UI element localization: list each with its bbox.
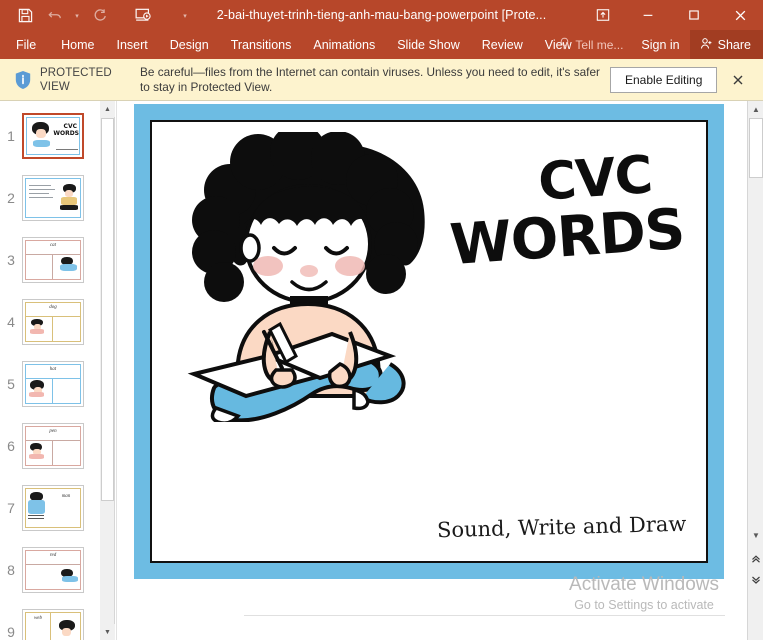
slide-area-scrollbar[interactable]: ▲ ▼ bbox=[747, 101, 763, 640]
tab-file[interactable]: File bbox=[0, 30, 50, 59]
slide-title: CVC WORDS bbox=[448, 145, 686, 278]
thumbnail-image[interactable]: dog bbox=[22, 299, 84, 345]
thumbnail-image[interactable]: hat bbox=[22, 361, 84, 407]
thumbnail-number: 6 bbox=[7, 438, 15, 454]
slideshow-icon[interactable] bbox=[128, 2, 158, 28]
slide-title-line2: WORDS bbox=[447, 196, 686, 279]
undo-dropdown-icon[interactable]: ▾ bbox=[70, 2, 84, 28]
protected-view-message: Be careful—files from the Internet can c… bbox=[140, 64, 600, 94]
thumbnail-image[interactable] bbox=[22, 175, 84, 221]
tab-animations[interactable]: Animations bbox=[302, 30, 386, 59]
thumbnail-image[interactable]: CVC WORDS bbox=[22, 113, 84, 159]
thumbnail-word: cat bbox=[49, 243, 57, 248]
person-add-icon bbox=[700, 37, 713, 53]
thumbnail-scroll-down-icon[interactable]: ▼ bbox=[100, 624, 115, 640]
minimize-icon[interactable] bbox=[625, 0, 671, 30]
thumbnail-slide-2[interactable]: 2 bbox=[0, 167, 100, 229]
thumbnail-slide-4[interactable]: 4 dog bbox=[0, 291, 100, 353]
window-controls bbox=[581, 0, 763, 30]
thumbnail-word: red bbox=[49, 553, 57, 558]
thumbnail-slide-7[interactable]: 7 man bbox=[0, 477, 100, 539]
scrollbar-thumb[interactable] bbox=[749, 118, 763, 178]
thumbnail-number: 7 bbox=[7, 500, 15, 516]
thumbnail-image[interactable]: man bbox=[22, 485, 84, 531]
thumbnail-number: 9 bbox=[7, 624, 15, 640]
ribbon-right-group: Tell me... Sign in Share bbox=[551, 30, 763, 59]
redo-icon[interactable] bbox=[84, 2, 114, 28]
quick-access-toolbar: ▾ ▾ bbox=[0, 2, 192, 28]
slide-editing-area[interactable]: CVC WORDS Sound, Write and Draw Activate… bbox=[122, 101, 741, 640]
tab-transitions[interactable]: Transitions bbox=[220, 30, 303, 59]
thumbnail-number: 3 bbox=[7, 252, 15, 268]
activate-windows-watermark: Activate Windows Go to Settings to activ… bbox=[569, 574, 719, 614]
protected-view-banner: PROTECTED VIEW Be careful—files from the… bbox=[0, 59, 763, 101]
current-slide[interactable]: CVC WORDS Sound, Write and Draw bbox=[134, 104, 724, 579]
thumbnail-slide-5[interactable]: 5 hat bbox=[0, 353, 100, 415]
title-bar: ▾ ▾ 2-bai-thuyet-trinh-tieng-anh-mau-ban… bbox=[0, 0, 763, 30]
lightbulb-icon bbox=[559, 37, 570, 53]
thumbnail-word: man bbox=[61, 494, 71, 499]
protected-view-label: PROTECTED VIEW bbox=[40, 66, 112, 93]
previous-slide-button[interactable] bbox=[749, 550, 763, 567]
thumbnail-slide-8[interactable]: 8 red bbox=[0, 539, 100, 601]
thumbnail-slide-9[interactable]: 9 web bbox=[0, 601, 100, 640]
slide-area-divider bbox=[244, 615, 725, 616]
thumbnail-scroll-up-icon[interactable]: ▲ bbox=[100, 101, 115, 117]
thumbnail-word: pen bbox=[49, 429, 57, 434]
thumbnail-number: 4 bbox=[7, 314, 15, 330]
watermark-line2: Go to Settings to activate bbox=[574, 598, 714, 612]
maximize-icon[interactable] bbox=[671, 0, 717, 30]
ribbon-display-options-icon[interactable] bbox=[581, 0, 625, 30]
slide-thumbnail-pane[interactable]: 1 CVC WORDS 2 3 cat 4 dog 5 hat 6 pen 7 … bbox=[0, 101, 100, 640]
tell-me-label: Tell me... bbox=[575, 37, 624, 52]
tab-design[interactable]: Design bbox=[159, 30, 220, 59]
ribbon-tab-bar: File Home Insert Design Transitions Anim… bbox=[0, 30, 763, 59]
banner-close-icon[interactable] bbox=[725, 67, 751, 93]
sign-in-button[interactable]: Sign in bbox=[631, 30, 689, 59]
scroll-up-icon[interactable]: ▲ bbox=[748, 101, 763, 117]
tab-home[interactable]: Home bbox=[50, 30, 105, 59]
thumbnail-word: web bbox=[33, 616, 43, 621]
tab-review[interactable]: Review bbox=[471, 30, 534, 59]
close-icon[interactable] bbox=[717, 0, 763, 30]
thumbnail-image[interactable]: pen bbox=[22, 423, 84, 469]
tell-me-box[interactable]: Tell me... bbox=[551, 30, 631, 59]
thumbnail-slide-3[interactable]: 3 cat bbox=[0, 229, 100, 291]
shield-info-icon bbox=[8, 70, 38, 90]
customize-quick-access-icon[interactable]: ▾ bbox=[178, 2, 192, 28]
workspace: 1 CVC WORDS 2 3 cat 4 dog 5 hat 6 pen 7 … bbox=[0, 101, 763, 640]
next-slide-button[interactable] bbox=[749, 571, 763, 588]
tab-insert[interactable]: Insert bbox=[106, 30, 159, 59]
thumbnail-image[interactable]: cat bbox=[22, 237, 84, 283]
save-icon[interactable] bbox=[10, 2, 40, 28]
thumbnail-slide-6[interactable]: 6 pen bbox=[0, 415, 100, 477]
thumbnail-number: 8 bbox=[7, 562, 15, 578]
powerpoint-window: ▾ ▾ 2-bai-thuyet-trinh-tieng-anh-mau-ban… bbox=[0, 0, 763, 640]
thumbnail-word: hat bbox=[49, 367, 57, 372]
thumbnail-number: 5 bbox=[7, 376, 15, 392]
undo-icon[interactable] bbox=[40, 2, 70, 28]
slide-tagline: Sound, Write and Draw bbox=[436, 511, 687, 543]
enable-editing-button[interactable]: Enable Editing bbox=[610, 66, 718, 93]
tab-slide-show[interactable]: Slide Show bbox=[386, 30, 471, 59]
thumbnail-slide-1[interactable]: 1 CVC WORDS bbox=[0, 105, 100, 167]
share-button[interactable]: Share bbox=[689, 30, 763, 59]
thumbnail-scrollbar[interactable]: ▲ ▼ bbox=[100, 101, 115, 640]
thumbnail-image[interactable]: red bbox=[22, 547, 84, 593]
share-label: Share bbox=[717, 37, 751, 52]
thumbnail-number: 2 bbox=[7, 190, 15, 206]
thumbnail-word: dog bbox=[49, 305, 57, 310]
thumbnail-number: 1 bbox=[7, 128, 15, 144]
scroll-down-icon[interactable]: ▼ bbox=[748, 527, 763, 543]
child-writing-illustration bbox=[187, 132, 425, 422]
thumbnail-scrollbar-thumb[interactable] bbox=[101, 118, 114, 501]
thumbnail-image[interactable]: web bbox=[22, 609, 84, 640]
